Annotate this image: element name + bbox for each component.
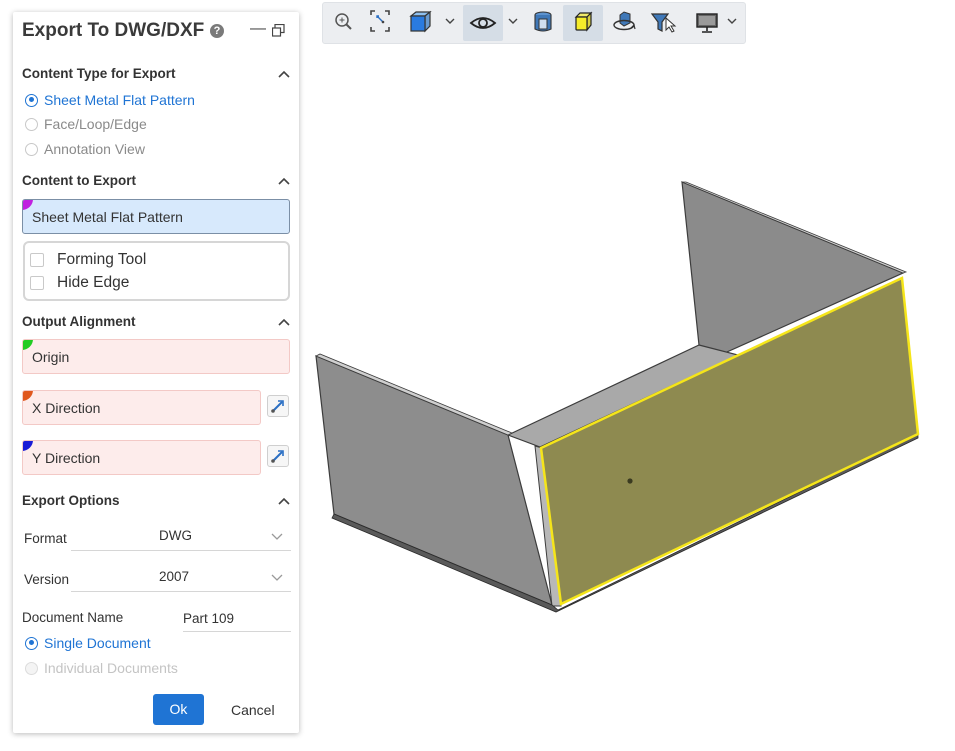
- section-heading-content-type: Content Type for Export: [22, 66, 176, 81]
- version-select[interactable]: 2007: [71, 567, 291, 592]
- collapse-chevron-icon[interactable]: [277, 317, 291, 327]
- selection-filter-button[interactable]: [647, 5, 677, 41]
- document-name-input[interactable]: Part 109: [183, 609, 291, 632]
- section-heading-content-to-export: Content to Export: [22, 173, 136, 188]
- checkbox-forming-tool[interactable]: Forming Tool: [30, 251, 146, 269]
- radio-unselected-icon: [25, 142, 38, 156]
- view-cube-button[interactable]: [407, 5, 435, 41]
- radio-single-document[interactable]: Single Document: [25, 634, 151, 652]
- checkbox-box[interactable]: [30, 276, 44, 290]
- help-icon[interactable]: ?: [210, 24, 224, 38]
- chevron-down-icon[interactable]: [508, 18, 518, 25]
- content-selection-field[interactable]: Sheet Metal Flat Pattern: [22, 199, 290, 234]
- section-heading-output-alignment: Output Alignment: [22, 314, 136, 329]
- collapse-chevron-icon[interactable]: [277, 69, 291, 79]
- display-monitor-icon: [696, 13, 718, 33]
- radio-label: Individual Documents: [44, 660, 178, 676]
- radio-unselected-icon: [25, 117, 38, 131]
- ok-button[interactable]: Ok: [153, 694, 204, 725]
- content-options-group: Forming Tool Hide Edge: [23, 241, 290, 301]
- checkbox-hide-edge[interactable]: Hide Edge: [30, 274, 129, 292]
- zoom-to-fit-icon: [370, 10, 390, 32]
- content-selection-value: Sheet Metal Flat Pattern: [32, 209, 183, 225]
- direction-pick-icon: [271, 450, 284, 463]
- x-direction-pick-button[interactable]: [267, 395, 289, 417]
- direction-pick-icon: [271, 400, 284, 413]
- dialog-title: Export To DWG/DXF: [22, 20, 205, 41]
- shaded-display-icon: [574, 11, 593, 32]
- radio-label: Sheet Metal Flat Pattern: [44, 92, 195, 108]
- chevron-down-icon[interactable]: [727, 18, 737, 25]
- version-value: 2007: [159, 569, 190, 584]
- chevron-down-icon: [271, 533, 283, 540]
- view-toolbar: [322, 2, 746, 44]
- format-select[interactable]: DWG: [71, 526, 291, 551]
- radio-sheet-metal-flat-pattern[interactable]: Sheet Metal Flat Pattern: [25, 91, 195, 109]
- radio-individual-documents: Individual Documents: [25, 659, 178, 677]
- radio-selected-icon: [25, 93, 38, 107]
- radio-label: Single Document: [44, 635, 151, 651]
- chevron-down-icon[interactable]: [445, 18, 455, 25]
- visibility-button[interactable]: [463, 5, 503, 41]
- checkbox-box[interactable]: [30, 253, 44, 267]
- radio-label: Annotation View: [44, 141, 145, 157]
- y-direction-label: Y Direction: [32, 450, 101, 466]
- export-dialog: Export To DWG/DXF ? — Content Type for E…: [13, 12, 299, 733]
- model-viewport[interactable]: [300, 48, 955, 751]
- selection-filter-icon: [650, 13, 677, 33]
- y-direction-pick-button[interactable]: [267, 445, 289, 467]
- collapse-chevron-icon[interactable]: [277, 496, 291, 506]
- chevron-down-icon: [271, 574, 283, 581]
- visibility-eye-icon: [469, 17, 497, 29]
- x-direction-label: X Direction: [32, 400, 101, 416]
- radio-face-loop-edge[interactable]: Face/Loop/Edge: [25, 115, 147, 133]
- x-direction-field[interactable]: X Direction: [22, 390, 261, 425]
- cancel-button[interactable]: Cancel: [231, 702, 275, 718]
- minimize-icon[interactable]: —: [250, 20, 266, 38]
- shaded-display-button[interactable]: [563, 5, 603, 41]
- radio-selected-icon: [25, 636, 38, 650]
- collapse-chevron-icon[interactable]: [277, 176, 291, 186]
- section-view-icon: [534, 11, 552, 32]
- left-flange-face[interactable]: [315, 355, 553, 607]
- checkbox-label: Forming Tool: [57, 251, 147, 268]
- format-label: Format: [24, 531, 67, 546]
- radio-annotation-view[interactable]: Annotation View: [25, 140, 145, 158]
- y-direction-field[interactable]: Y Direction: [22, 440, 261, 475]
- popout-window-icon[interactable]: [272, 24, 285, 37]
- section-heading-export-options: Export Options: [22, 493, 120, 508]
- checkbox-label: Hide Edge: [57, 274, 130, 291]
- radio-label: Face/Loop/Edge: [44, 116, 147, 132]
- view-cube-icon: [409, 10, 432, 33]
- rotate-view-button[interactable]: [609, 5, 639, 41]
- radio-disabled-icon: [25, 661, 38, 675]
- section-view-button[interactable]: [529, 5, 557, 41]
- origin-field[interactable]: Origin: [22, 339, 290, 374]
- origin-label: Origin: [32, 349, 70, 365]
- rotate-view-icon: [613, 11, 636, 31]
- zoom-button[interactable]: [331, 5, 357, 41]
- display-monitor-button[interactable]: [693, 5, 721, 41]
- zoom-to-fit-button[interactable]: [367, 5, 393, 41]
- format-value: DWG: [159, 528, 192, 543]
- version-label: Version: [24, 572, 70, 587]
- document-name-label: Document Name: [22, 610, 124, 625]
- zoom-icon: [335, 13, 352, 30]
- face-centroid-marker: [627, 478, 633, 484]
